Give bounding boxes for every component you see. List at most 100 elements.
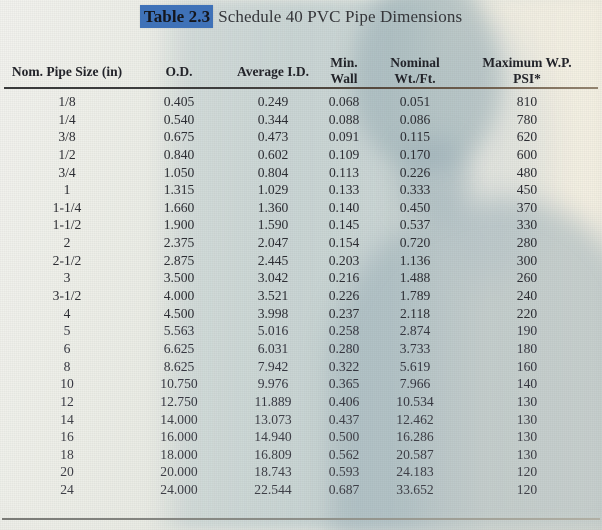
cell-wall: 0.226 [328,288,360,304]
cell-size: 1/4 [58,111,76,127]
cell-wall: 0.237 [328,305,360,321]
cell-wall: 0.437 [328,411,360,427]
cell-wall: 0.562 [328,446,360,462]
cell-od: 1.050 [163,164,195,180]
column-header-wt-line1: Nominal [390,55,440,70]
cell-id: 1.590 [257,217,289,233]
cell-psi: 130 [516,393,538,409]
cell-size: 24 [60,482,74,498]
cell-id: 5.016 [257,323,289,339]
cell-psi: 450 [516,182,538,198]
cell-psi: 120 [516,464,538,480]
cell-wall: 0.365 [328,376,360,392]
column-header-od-line1: O.D. [165,64,193,79]
table-row: 1-1/2 1.900 1.590 0.145 0.537 330 [0,217,602,235]
table-caption: Table 2.3 Schedule 40 PVC Pipe Dimensions [0,5,602,28]
table-row: 14 14.000 13.073 0.437 12.462 130 [0,412,602,430]
cell-psi: 130 [516,429,538,445]
cell-wall: 0.088 [328,111,360,127]
cell-psi: 160 [516,358,538,374]
cell-od: 10.750 [160,376,198,392]
cell-od: 4.500 [163,305,195,321]
table-row: 3 3.500 3.042 0.216 1.488 260 [0,270,602,288]
table-row: 2-1/2 2.875 2.445 0.203 1.136 300 [0,253,602,271]
cell-wt: 12.462 [396,411,434,427]
cell-id: 0.473 [257,129,289,145]
cell-id: 6.031 [257,340,289,356]
column-header-wall-line1: Min. [330,55,358,70]
cell-id: 7.942 [257,358,289,374]
cell-psi: 600 [516,146,538,162]
cell-psi: 140 [516,376,538,392]
table-row: 8 8.625 7.942 0.322 5.619 160 [0,359,602,377]
cell-id: 13.073 [254,411,292,427]
table-row: 20 20.000 18.743 0.593 24.183 120 [0,464,602,482]
cell-wt: 24.183 [396,464,434,480]
column-header-wt: Nominal Wt./Ft. [390,55,440,87]
cell-wt: 10.534 [396,393,434,409]
cell-od: 24.000 [160,482,198,498]
cell-size: 14 [60,411,74,427]
cell-id: 0.249 [257,94,289,109]
cell-wt: 0.450 [399,199,431,215]
cell-size: 2 [63,235,71,251]
cell-id: 3.042 [257,270,289,286]
cell-wt: 5.619 [399,358,431,374]
table-row: 3/4 1.050 0.804 0.113 0.226 480 [0,165,602,183]
cell-psi: 300 [516,252,538,268]
cell-size: 18 [60,446,74,462]
cell-id: 18.743 [254,464,292,480]
table-body: 1/8 0.405 0.249 0.068 0.051 810 1/4 0.540 0.344 0… [0,94,602,500]
cell-id: 1.029 [257,182,289,198]
cell-wall: 0.406 [328,393,360,409]
cell-size: 4 [63,305,71,321]
cell-wall: 0.280 [328,340,360,356]
table-row: 1-1/4 1.660 1.360 0.140 0.450 370 [0,200,602,218]
table-row: 10 10.750 9.976 0.365 7.966 140 [0,376,602,394]
cell-size: 1-1/2 [52,217,82,233]
cell-wt: 0.086 [399,111,431,127]
cell-id: 3.521 [257,288,289,304]
cell-wt: 1.136 [399,252,431,268]
table-row: 3-1/2 4.000 3.521 0.226 1.789 240 [0,288,602,306]
cell-wt: 1.789 [399,288,431,304]
cell-psi: 260 [516,270,538,286]
cell-wt: 0.115 [399,129,431,145]
column-header-id-line1: Average I.D. [236,64,310,79]
cell-psi: 810 [516,94,538,109]
cell-psi: 280 [516,235,538,251]
cell-id: 16.809 [254,446,292,462]
table-row: 1/2 0.840 0.602 0.109 0.170 600 [0,147,602,165]
cell-wt: 0.051 [399,94,431,109]
cell-od: 6.625 [163,340,195,356]
table-header-row: Nom. Pipe Size (in) O.D. Average I.D. Min. W… [0,52,602,88]
cell-size: 1 [63,182,71,198]
cell-psi: 240 [516,288,538,304]
table-row: 4 4.500 3.998 0.237 2.118 220 [0,306,602,324]
table-row: 12 12.750 11.889 0.406 10.534 130 [0,394,602,412]
table-row: 6 6.625 6.031 0.280 3.733 180 [0,341,602,359]
cell-wall: 0.500 [328,429,360,445]
cell-id: 3.998 [257,305,289,321]
table-title-text: Schedule 40 PVC Pipe Dimensions [218,7,463,26]
cell-wall: 0.140 [328,199,360,215]
cell-od: 1.900 [163,217,195,233]
column-header-psi: Maximum W.P. PSI* [482,55,571,87]
cell-od: 16.000 [160,429,198,445]
cell-od: 2.875 [163,252,195,268]
cell-wall: 0.322 [328,358,360,374]
cell-size: 12 [60,393,74,409]
cell-wall: 0.068 [328,94,360,109]
cell-od: 1.660 [163,199,195,215]
cell-od: 0.405 [163,94,195,109]
cell-wt: 3.733 [399,340,431,356]
cell-od: 0.540 [163,111,195,127]
table-row: 18 18.000 16.809 0.562 20.587 130 [0,447,602,465]
table-row: 1/8 0.405 0.249 0.068 0.051 810 [0,94,602,112]
cell-psi: 330 [516,217,538,233]
table-row: 16 16.000 14.940 0.500 16.286 130 [0,429,602,447]
cell-wt: 16.286 [396,429,434,445]
cell-wt: 2.118 [399,305,431,321]
column-header-id: Average I.D. [237,64,309,79]
cell-od: 2.375 [163,235,195,251]
